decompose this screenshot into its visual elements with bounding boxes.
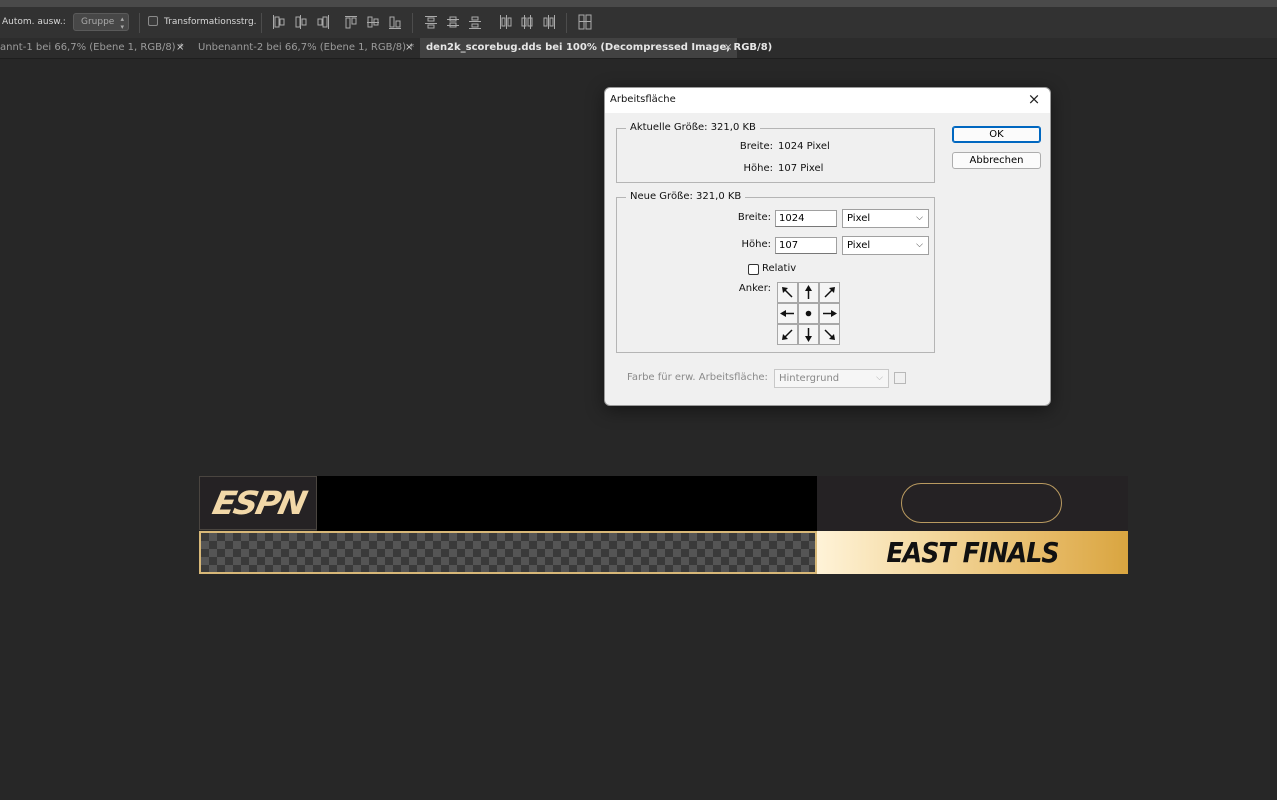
arrow-down-icon (805, 328, 812, 342)
new-size-legend: Neue Größe: 321,0 KB (626, 191, 746, 202)
canvas-size-dialog: Arbeitsfläche × Aktuelle Größe: 321,0 KB… (604, 87, 1051, 406)
close-icon[interactable]: × (1024, 90, 1044, 108)
toolbar-separator (139, 13, 140, 33)
relative-checkbox[interactable] (748, 264, 759, 275)
tab-label: den2k_scorebug.dds bei 100% (Decompresse… (426, 42, 773, 53)
tab-unbenannt-2[interactable]: Unbenannt-2 bei 66,7% (Ebene 1, RGB/8) *… (192, 38, 418, 58)
arrow-right-icon (823, 310, 837, 317)
arrow-up-icon (805, 285, 812, 299)
tab-scorebug[interactable]: den2k_scorebug.dds bei 100% (Decompresse… (420, 38, 772, 58)
distribute-horizontal-centers-icon[interactable] (520, 14, 534, 30)
distribute-vertical-centers-icon[interactable] (446, 14, 460, 30)
document-tab-bar: annt-1 bei 66,7% (Ebene 1, RGB/8) * × Un… (0, 38, 1277, 59)
current-width-label: Breite: (739, 141, 773, 152)
anchor-grid (777, 282, 841, 346)
align-horizontal-centers-icon[interactable] (294, 14, 308, 30)
anchor-top-right[interactable] (819, 282, 840, 303)
anchor-top-left[interactable] (777, 282, 798, 303)
distribute-top-icon[interactable] (424, 14, 438, 30)
align-top-edges-icon[interactable] (344, 14, 358, 30)
transform-controls-label: Transformationsstrg. (164, 17, 257, 27)
transparent-area (199, 531, 817, 574)
new-height-label: Höhe: (741, 239, 772, 250)
tab-unbenannt-1[interactable]: annt-1 bei 66,7% (Ebene 1, RGB/8) * × (0, 38, 190, 58)
arrow-up-left-icon (782, 287, 793, 298)
banner-text: EAST FINALS (886, 536, 1059, 569)
dialog-titlebar[interactable]: Arbeitsfläche × (605, 88, 1050, 113)
anchor-dot-icon (805, 310, 812, 317)
toolbar-separator (261, 13, 262, 33)
anchor-label: Anker: (738, 283, 771, 294)
cancel-button[interactable]: Abbrechen (952, 152, 1041, 169)
current-size-legend: Aktuelle Größe: 321,0 KB (626, 122, 760, 133)
current-size-group: Aktuelle Größe: 321,0 KB Breite: 1024 Pi… (616, 122, 935, 183)
arrow-left-icon (780, 310, 794, 317)
auto-align-layers-icon[interactable] (578, 14, 592, 30)
extension-color-dropdown[interactable]: Hintergrund ⌵ (774, 369, 889, 388)
new-height-input[interactable]: 107 (775, 237, 837, 254)
new-width-label: Breite: (737, 212, 771, 223)
distribute-left-icon[interactable] (498, 14, 512, 30)
chevron-down-icon: ⌵ (916, 240, 923, 250)
current-height-value: 107 Pixel (778, 163, 824, 174)
align-vertical-centers-icon[interactable] (366, 14, 380, 30)
arrow-down-left-icon (782, 329, 793, 340)
auto-select-label: Autom. ausw.: (2, 17, 66, 27)
current-width-value: 1024 Pixel (778, 141, 830, 152)
tab-label: Unbenannt-2 bei 66,7% (Ebene 1, RGB/8) * (198, 42, 415, 53)
tab-label: annt-1 bei 66,7% (Ebene 1, RGB/8) * (0, 42, 184, 53)
chevron-down-icon: ⌵ (916, 213, 923, 223)
width-unit-dropdown[interactable]: Pixel ⌵ (842, 209, 929, 228)
height-unit-value: Pixel (847, 240, 871, 251)
extension-color-label: Farbe für erw. Arbeitsfläche: (627, 372, 768, 383)
close-tab-icon[interactable]: × (405, 38, 413, 58)
anchor-bottom-right[interactable] (819, 324, 840, 345)
dropdown-arrows-icon: ▴ ▾ (120, 15, 124, 31)
distribute-right-icon[interactable] (542, 14, 556, 30)
anchor-center[interactable] (798, 303, 819, 324)
chevron-down-icon: ⌵ (876, 373, 883, 383)
anchor-left[interactable] (777, 303, 798, 324)
relative-label: Relativ (762, 263, 797, 274)
anchor-bottom[interactable] (798, 324, 819, 345)
extension-color-swatch[interactable] (894, 372, 906, 384)
distribute-bottom-icon[interactable] (468, 14, 482, 30)
anchor-top[interactable] (798, 282, 819, 303)
anchor-bottom-left[interactable] (777, 324, 798, 345)
anchor-right[interactable] (819, 303, 840, 324)
toolbar-separator (566, 13, 567, 33)
align-right-edges-icon[interactable] (316, 14, 330, 30)
dialog-title: Arbeitsfläche (610, 94, 676, 105)
height-unit-dropdown[interactable]: Pixel ⌵ (842, 236, 929, 255)
align-bottom-edges-icon[interactable] (388, 14, 402, 30)
arrow-down-right-icon (824, 329, 835, 340)
options-bar: Autom. ausw.: Gruppe ▴ ▾ Transformationss… (0, 0, 1277, 38)
transform-controls-checkbox[interactable] (148, 16, 158, 26)
align-left-edges-icon[interactable] (272, 14, 286, 30)
current-height-label: Höhe: (743, 163, 774, 174)
ok-button[interactable]: OK (952, 126, 1041, 143)
score-black-bar (317, 476, 817, 531)
outline-pill (901, 483, 1062, 523)
auto-select-value: Gruppe (81, 17, 115, 27)
toolbar-separator (412, 13, 413, 33)
arrow-up-right-icon (824, 287, 835, 298)
new-width-input[interactable]: 1024 (775, 210, 837, 227)
close-tab-icon[interactable]: × (724, 38, 732, 58)
espn-logo: ESPN (209, 484, 309, 522)
auto-select-dropdown[interactable]: Gruppe ▴ ▾ (73, 13, 129, 31)
close-tab-icon[interactable]: × (176, 38, 184, 58)
width-unit-value: Pixel (847, 213, 871, 224)
extension-color-value: Hintergrund (779, 373, 840, 384)
